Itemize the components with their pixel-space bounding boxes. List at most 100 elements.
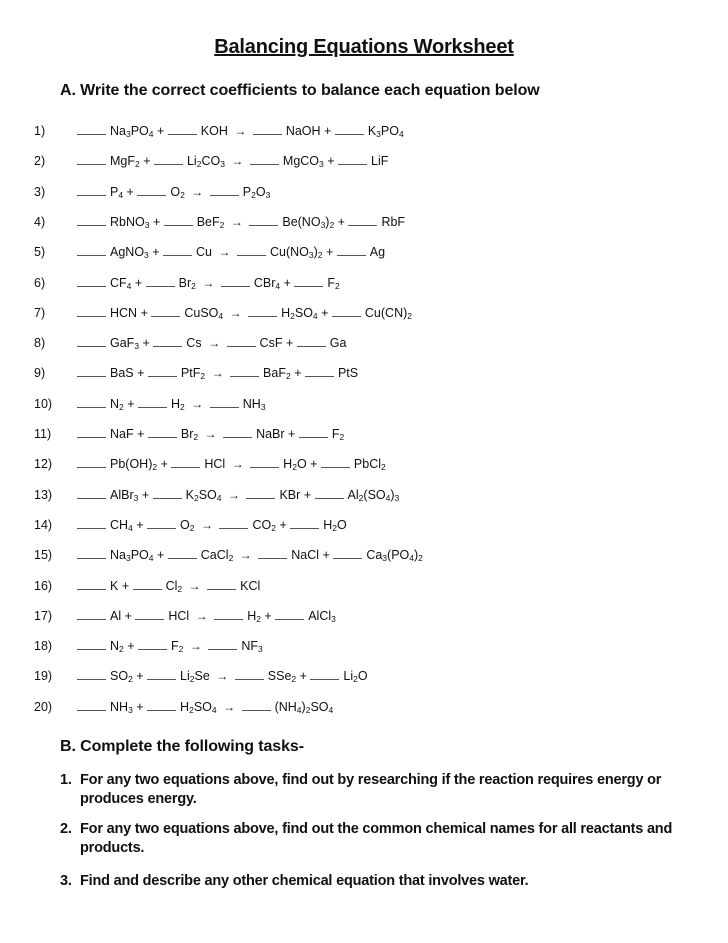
coefficient-blank[interactable] <box>246 485 276 499</box>
coefficient-blank[interactable] <box>310 666 340 681</box>
coefficient-blank[interactable] <box>77 212 106 226</box>
coefficient-blank[interactable] <box>145 273 175 287</box>
coefficient-blank[interactable] <box>77 394 106 408</box>
coefficient-blank[interactable] <box>333 545 363 560</box>
coefficient-blank[interactable] <box>77 424 106 438</box>
compound-formula: CF4 <box>110 275 132 291</box>
task-number: 1. <box>60 772 72 788</box>
coefficient-blank[interactable] <box>77 182 106 196</box>
equation-number: 15) <box>34 548 53 563</box>
coefficient-blank[interactable] <box>214 606 244 620</box>
coefficient-blank[interactable] <box>249 212 279 226</box>
coefficient-blank[interactable] <box>219 515 249 529</box>
coefficient-blank[interactable] <box>331 303 361 317</box>
compound-formula: GaF3 <box>110 336 140 352</box>
compound-formula: H2SO4 <box>281 305 318 321</box>
coefficient-blank[interactable] <box>296 333 326 348</box>
coefficient-blank[interactable] <box>137 182 167 196</box>
coefficient-blank[interactable] <box>77 121 106 135</box>
coefficient-blank[interactable] <box>138 636 168 651</box>
coefficient-blank[interactable] <box>77 151 106 166</box>
coefficient-blank[interactable] <box>77 636 106 651</box>
coefficient-blank[interactable] <box>290 515 320 529</box>
coefficient-blank[interactable] <box>236 242 266 257</box>
coefficient-blank[interactable] <box>77 273 106 287</box>
coefficient-blank[interactable] <box>153 151 183 166</box>
compound-formula: Al2(SO4)3 <box>347 487 400 503</box>
worksheet-title: Balancing Equations Worksheet <box>214 36 514 58</box>
reaction-arrow-icon: → <box>239 548 252 563</box>
coefficient-blank[interactable] <box>77 545 106 560</box>
coefficient-blank[interactable] <box>163 242 193 257</box>
compound-formula: NaF <box>110 427 134 441</box>
coefficient-blank[interactable] <box>258 545 288 560</box>
compound-formula: Ga <box>329 336 347 351</box>
coefficient-blank[interactable] <box>147 424 177 438</box>
coefficient-blank[interactable] <box>294 273 324 287</box>
coefficient-blank[interactable] <box>348 212 378 226</box>
coefficient-blank[interactable] <box>77 303 106 317</box>
compound-formula: CsF <box>259 336 283 351</box>
coefficient-blank[interactable] <box>209 182 239 196</box>
coefficient-blank[interactable] <box>77 333 106 348</box>
coefficient-blank[interactable] <box>167 121 197 135</box>
coefficient-blank[interactable] <box>226 333 256 348</box>
coefficient-blank[interactable] <box>152 485 182 499</box>
coefficient-blank[interactable] <box>77 666 106 681</box>
coefficient-blank[interactable] <box>207 576 237 590</box>
coefficient-blank[interactable] <box>147 666 177 681</box>
coefficient-blank[interactable] <box>153 333 183 348</box>
coefficient-blank[interactable] <box>314 485 344 499</box>
coefficient-blank[interactable] <box>250 454 280 469</box>
coefficient-blank[interactable] <box>167 545 197 560</box>
coefficient-blank[interactable] <box>320 454 350 469</box>
coefficient-blank[interactable] <box>298 424 328 438</box>
compound-formula: Cs <box>186 336 202 351</box>
coefficient-blank[interactable] <box>208 636 238 651</box>
coefficient-blank[interactable] <box>334 121 364 135</box>
coefficient-blank[interactable] <box>77 242 106 257</box>
equation-body: NH3 + H2SO4 → (NH4)2SO4 <box>77 697 333 717</box>
coefficient-blank[interactable] <box>77 515 106 529</box>
coefficient-blank[interactable] <box>338 151 368 166</box>
reaction-arrow-icon: → <box>230 214 243 229</box>
coefficient-blank[interactable] <box>77 606 106 620</box>
coefficient-blank[interactable] <box>171 454 201 469</box>
coefficient-blank[interactable] <box>147 697 177 711</box>
coefficient-blank[interactable] <box>304 363 334 378</box>
coefficient-blank[interactable] <box>230 363 260 378</box>
coefficient-blank[interactable] <box>147 515 177 529</box>
coefficient-blank[interactable] <box>336 242 366 257</box>
coefficient-blank[interactable] <box>220 273 250 287</box>
equation-number: 19) <box>34 669 53 684</box>
compound-formula: BeF2 <box>196 214 225 230</box>
coefficient-blank[interactable] <box>132 576 162 590</box>
coefficient-blank[interactable] <box>252 121 282 135</box>
coefficient-blank[interactable] <box>248 303 278 317</box>
compound-formula: PbCl2 <box>353 457 386 473</box>
equation-number: 4) <box>34 214 46 229</box>
task-text: For any two equations above, find out by… <box>80 772 662 807</box>
coefficient-blank[interactable] <box>275 606 305 620</box>
coefficient-blank[interactable] <box>135 606 165 620</box>
coefficient-blank[interactable] <box>77 697 106 711</box>
coefficient-blank[interactable] <box>234 666 264 681</box>
compound-formula: HCN <box>110 305 138 320</box>
equation-number: 16) <box>34 578 53 593</box>
coefficient-blank[interactable] <box>151 303 181 317</box>
compound-formula: H2SO4 <box>180 699 217 715</box>
coefficient-blank[interactable] <box>77 485 106 499</box>
compound-formula: MgF2 <box>110 154 140 170</box>
coefficient-blank[interactable] <box>147 363 177 378</box>
coefficient-blank[interactable] <box>77 576 106 590</box>
coefficient-blank[interactable] <box>138 394 168 408</box>
coefficient-blank[interactable] <box>77 454 106 469</box>
compound-formula: Pb(OH)2 <box>110 457 158 473</box>
coefficient-blank[interactable] <box>249 151 279 166</box>
coefficient-blank[interactable] <box>77 363 106 378</box>
coefficient-blank[interactable] <box>209 394 239 408</box>
coefficient-blank[interactable] <box>241 697 271 711</box>
coefficient-blank[interactable] <box>163 212 193 226</box>
coefficient-blank[interactable] <box>223 424 253 438</box>
compound-formula: H2 <box>171 396 185 412</box>
